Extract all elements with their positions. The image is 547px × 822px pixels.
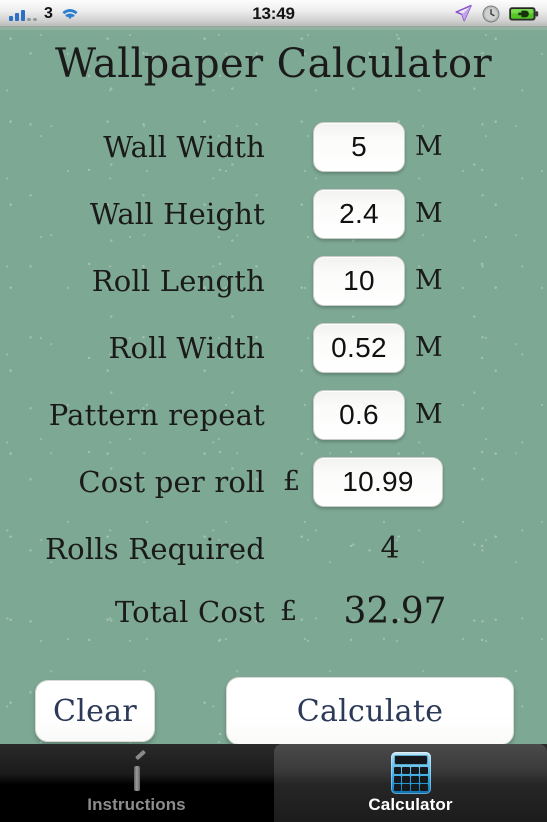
calculator-icon bbox=[387, 751, 435, 795]
page-title: Wallpaper Calculator bbox=[55, 41, 492, 87]
status-bar: 3 13:49 bbox=[0, 0, 547, 27]
label-wall-width: Wall Width bbox=[103, 130, 265, 164]
clear-button[interactable]: Clear bbox=[35, 680, 155, 742]
currency-symbol-total-cost: £ bbox=[280, 596, 298, 627]
location-arrow-icon bbox=[454, 4, 473, 23]
unit-roll-width: M bbox=[415, 332, 443, 363]
label-roll-width: Roll Width bbox=[108, 331, 265, 365]
app-screen: 3 13:49 Wallpaper Calculator Wall Width … bbox=[0, 0, 547, 822]
input-pattern-repeat[interactable]: 0.6 bbox=[313, 390, 405, 440]
alarm-clock-icon bbox=[482, 5, 500, 23]
label-roll-length: Roll Length bbox=[91, 264, 265, 298]
tab-calculator-label: Calculator bbox=[368, 795, 453, 814]
tab-instructions[interactable]: Instructions bbox=[0, 744, 273, 822]
status-bar-right bbox=[454, 0, 539, 27]
tab-calculator[interactable]: Calculator bbox=[274, 744, 547, 822]
label-wall-height: Wall Height bbox=[89, 197, 265, 231]
battery-charging-icon bbox=[509, 6, 539, 22]
label-cost-per-roll: Cost per roll bbox=[78, 465, 265, 499]
label-pattern-repeat: Pattern repeat bbox=[48, 398, 265, 432]
row-rolls-required: Rolls Required 4 bbox=[0, 520, 547, 578]
tab-instructions-label: Instructions bbox=[87, 795, 186, 814]
unit-wall-width: M bbox=[415, 131, 443, 162]
input-wall-width[interactable]: 5 bbox=[313, 122, 405, 172]
currency-symbol-cost-per-roll: £ bbox=[283, 466, 301, 497]
calculate-button[interactable]: Calculate bbox=[226, 677, 514, 744]
input-roll-width[interactable]: 0.52 bbox=[313, 323, 405, 373]
row-wall-width: Wall Width 5 M bbox=[0, 118, 547, 176]
label-total-cost: Total Cost bbox=[114, 595, 265, 629]
row-wall-height: Wall Height 2.4 M bbox=[0, 185, 547, 243]
unit-pattern-repeat: M bbox=[415, 399, 443, 430]
row-cost-per-roll: Cost per roll £ 10.99 bbox=[0, 453, 547, 511]
row-total-cost: Total Cost £ 32.97 bbox=[0, 583, 547, 641]
row-pattern-repeat: Pattern repeat 0.6 M bbox=[0, 386, 547, 444]
input-cost-per-roll[interactable]: 10.99 bbox=[313, 457, 443, 507]
row-roll-length: Roll Length 10 M bbox=[0, 252, 547, 310]
input-roll-length[interactable]: 10 bbox=[313, 256, 405, 306]
unit-wall-height: M bbox=[415, 198, 443, 229]
value-rolls-required: 4 bbox=[380, 531, 400, 566]
pen-icon bbox=[113, 749, 161, 795]
value-total-cost: 32.97 bbox=[343, 591, 447, 632]
row-roll-width: Roll Width 0.52 M bbox=[0, 319, 547, 377]
tab-bar: Instructions Calculator bbox=[0, 744, 547, 822]
label-rolls-required: Rolls Required bbox=[45, 532, 265, 566]
input-wall-height[interactable]: 2.4 bbox=[313, 189, 405, 239]
unit-roll-length: M bbox=[415, 265, 443, 296]
calculator-page: Wallpaper Calculator Wall Width 5 M Wall… bbox=[0, 27, 547, 744]
